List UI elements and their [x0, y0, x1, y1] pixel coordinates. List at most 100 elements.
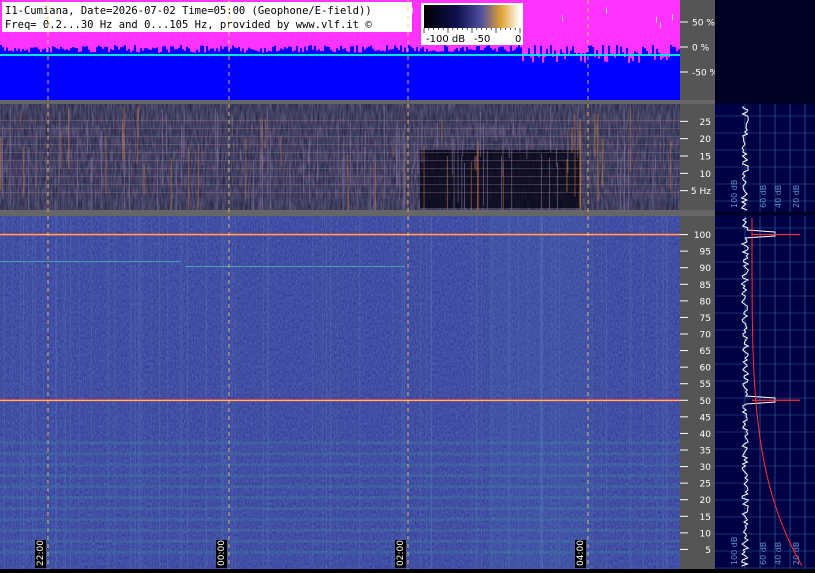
- amplitude-spike: [246, 42, 248, 51]
- hf-vertical-streak: [107, 216, 109, 569]
- amplitude-spike: [166, 42, 168, 50]
- amplitude-spike: [78, 42, 80, 53]
- amplitude-spike: [590, 42, 592, 46]
- amplitude-spike: [70, 42, 72, 49]
- amplitude-spike: [354, 42, 356, 53]
- lf-streak: [165, 115, 167, 156]
- amplitude-spike: [138, 42, 140, 53]
- amplitude-spike: [158, 42, 160, 53]
- spectrogram-display: 50 % 0 % -50 % I1-Cumiana, Date=2026-07-02…: [0, 0, 815, 569]
- hf-tick-label: 80: [700, 297, 712, 307]
- hf-vertical-streak: [403, 216, 405, 569]
- hf-vertical-streak: [231, 216, 233, 569]
- amplitude-spike: [112, 42, 114, 51]
- amplitude-spike: [358, 42, 360, 53]
- hf-vertical-streak: [558, 216, 560, 569]
- amplitude-spike: [670, 42, 672, 46]
- lf-streak: [9, 108, 11, 207]
- x-tick-label: 00:00: [217, 540, 227, 566]
- amplitude-spike-peak: [562, 15, 563, 22]
- hf-vertical-streak: [234, 216, 236, 569]
- amplitude-spike: [346, 42, 348, 52]
- hf-band: [0, 517, 680, 521]
- amplitude-spike: [402, 42, 404, 52]
- amplitude-spike: [338, 42, 340, 51]
- lf-horizontal-line: [0, 176, 680, 177]
- amplitude-spike: [658, 42, 660, 53]
- amplitude-spike: [258, 42, 260, 52]
- lf-streak: [461, 154, 463, 214]
- lf-streak: [566, 158, 568, 192]
- amplitude-spike: [216, 42, 218, 49]
- lf-streak: [201, 151, 203, 165]
- amplitude-spike: [326, 42, 328, 47]
- lf-streak: [670, 141, 672, 190]
- lf-tick-label: 10: [700, 170, 712, 180]
- hf-tick-label: 5: [705, 546, 711, 556]
- amplitude-spike: [540, 42, 542, 46]
- amplitude-spike: [142, 42, 144, 51]
- amplitude-spike: [602, 42, 604, 46]
- amplitude-spike: [10, 42, 12, 51]
- lf-streak: [495, 118, 497, 142]
- amplitude-spike: [550, 42, 552, 46]
- hf-vertical-streak: [32, 216, 34, 569]
- amplitude-spike: [268, 42, 270, 51]
- hf-tick-label: 15: [700, 513, 711, 523]
- lf-streak: [417, 127, 419, 175]
- hf-vertical-streak: [109, 216, 111, 569]
- colorbar-label-mid: -50: [474, 34, 490, 45]
- lf-horizontal-line: [0, 136, 680, 137]
- spectrum-high-x-tick-label: 60 dB: [759, 542, 768, 565]
- lf-streak: [512, 112, 514, 136]
- hf-vertical-streak: [605, 216, 607, 569]
- spectrum-low-x-tick-label: 40 dB: [774, 185, 783, 208]
- amplitude-spike: [548, 42, 550, 56]
- header-line2: Freq= 0.2...30 Hz and 0...105 Hz, provid…: [5, 19, 372, 31]
- hf-vertical-streak: [431, 216, 433, 569]
- amplitude-spike: [60, 42, 62, 47]
- lf-streak: [441, 121, 443, 141]
- amplitude-spike: [42, 42, 44, 50]
- hf-vertical-streak: [630, 216, 632, 569]
- lf-streak: [101, 130, 103, 199]
- hf-tick-label: 10: [700, 529, 712, 539]
- amplitude-spike: [234, 42, 236, 48]
- amplitude-tick-label: 50 %: [692, 19, 715, 29]
- amplitude-spike: [384, 42, 386, 52]
- amplitude-spike: [352, 42, 354, 47]
- hf-vertical-streak: [336, 216, 338, 569]
- lf-streak: [577, 108, 579, 159]
- amplitude-spike: [226, 42, 228, 47]
- amplitude-spike: [116, 42, 118, 47]
- amplitude-spike: [64, 42, 66, 51]
- amplitude-spike: [164, 42, 166, 47]
- amplitude-spike: [144, 42, 146, 49]
- lf-streak: [91, 158, 93, 183]
- amplitude-spike: [32, 42, 34, 48]
- hf-vertical-streak: [42, 216, 44, 569]
- amplitude-spike: [574, 42, 576, 53]
- lf-streak: [519, 123, 521, 152]
- hf-tick-label: 45: [700, 413, 711, 423]
- hf-band: [0, 463, 680, 467]
- amplitude-spike: [72, 42, 74, 48]
- spectrum-panels: 100 dB 60 dB 40 dB 20 dB 100 dB 60 dB 40 dB 20…: [715, 0, 815, 569]
- amplitude-spike: [332, 42, 334, 52]
- amplitude-spike: [362, 42, 364, 47]
- amplitude-spike-peak: [606, 7, 607, 14]
- lf-streak: [303, 146, 305, 194]
- amplitude-spike: [282, 42, 284, 50]
- amplitude-spike: [18, 42, 20, 49]
- amplitude-spike: [12, 42, 14, 52]
- amplitude-spike: [626, 42, 628, 48]
- hf-vertical-streak: [480, 216, 482, 569]
- amplitude-spike: [170, 42, 172, 47]
- amplitude-spike: [308, 42, 310, 46]
- spectrum-separator: [715, 212, 815, 215]
- lf-streak: [0, 137, 2, 191]
- amplitude-spike: [622, 42, 624, 53]
- amplitude-spike: [236, 42, 238, 49]
- hf-tick-label: 60: [700, 364, 712, 374]
- lf-streak: [231, 118, 233, 137]
